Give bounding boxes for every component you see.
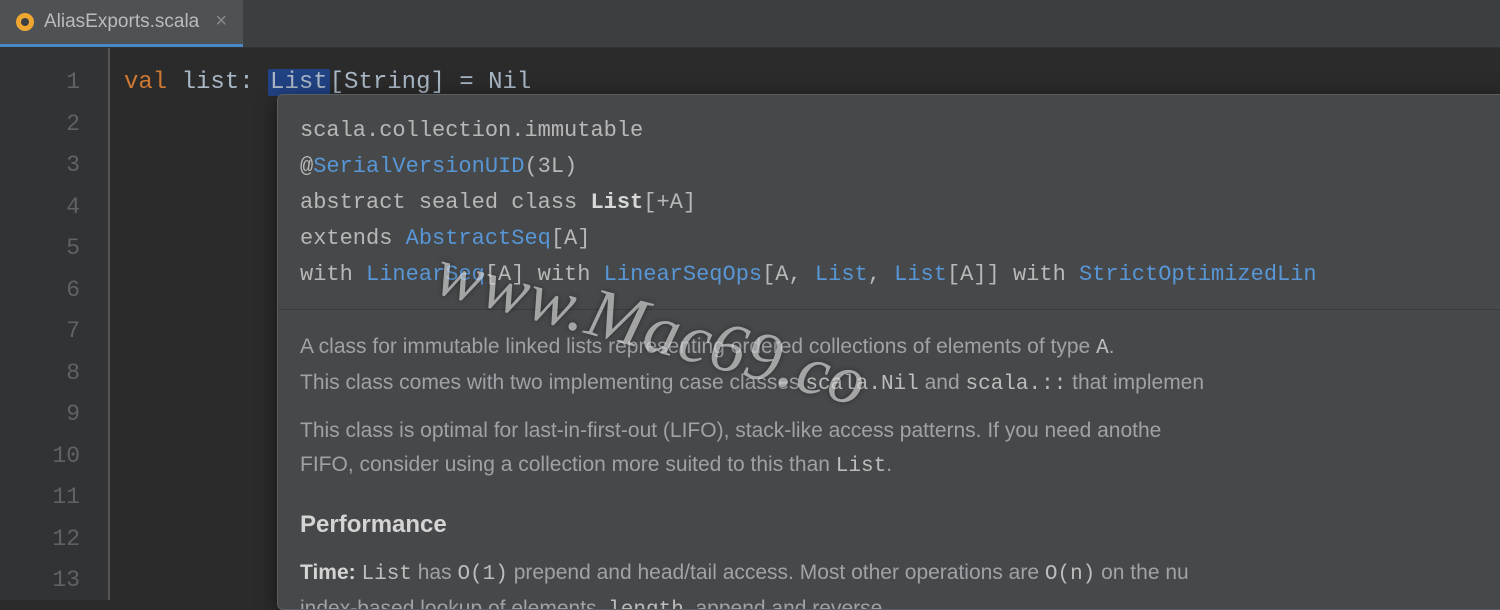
line-number: 12 [0, 519, 108, 561]
doc-signature: scala.collection.immutable @SerialVersio… [278, 95, 1500, 310]
line-number: 9 [0, 394, 108, 436]
doc-with: with LinearSeq[A] with LinearSeqOps[A, L… [300, 257, 1487, 293]
line-number: 6 [0, 270, 108, 312]
scala-file-icon [16, 13, 34, 31]
line-number: 5 [0, 228, 108, 270]
line-number: 2 [0, 104, 108, 146]
line-number: 3 [0, 145, 108, 187]
line-number: 4 [0, 187, 108, 229]
quick-doc-popup[interactable]: scala.collection.immutable @SerialVersio… [277, 94, 1500, 610]
doc-paragraph: A class for immutable linked lists repre… [300, 330, 1487, 402]
type-link[interactable]: List [815, 262, 868, 287]
line-number: 10 [0, 436, 108, 478]
type-link[interactable]: List [894, 262, 947, 287]
line-number: 7 [0, 311, 108, 353]
doc-extends: extends AbstractSeq[A] [300, 221, 1487, 257]
type-link[interactable]: AbstractSeq [406, 226, 551, 251]
type-link[interactable]: LinearSeqOps [604, 262, 762, 287]
type-link[interactable]: StrictOptimizedLin [1079, 262, 1317, 287]
editor-tab[interactable]: AliasExports.scala × [0, 0, 243, 47]
keyword-val: val [124, 69, 167, 96]
doc-annotation: @SerialVersionUID(3L) [300, 149, 1487, 185]
line-gutter: 1 2 3 4 5 6 7 8 9 10 11 12 13 [0, 48, 110, 600]
tab-filename: AliasExports.scala [44, 11, 199, 33]
close-icon[interactable]: × [215, 11, 227, 34]
doc-declaration: abstract sealed class List[+A] [300, 185, 1487, 221]
line-number: 1 [0, 62, 108, 104]
doc-body: A class for immutable linked lists repre… [278, 310, 1500, 610]
editor-area: 1 2 3 4 5 6 7 8 9 10 11 12 13 val list: … [0, 48, 1500, 600]
type-link[interactable]: LinearSeq [366, 262, 485, 287]
identifier: list: [167, 69, 268, 96]
annotation-link[interactable]: SerialVersionUID [313, 154, 524, 179]
line-number: 13 [0, 560, 108, 602]
code-text: [String] = Nil [330, 69, 532, 96]
line-number: 8 [0, 353, 108, 395]
type-highlight-list[interactable]: List [268, 69, 330, 96]
doc-heading-performance: Performance [300, 508, 1487, 542]
code-pane[interactable]: val list: List[String] = Nil scala.colle… [110, 48, 1500, 600]
doc-package: scala.collection.immutable [300, 113, 1487, 149]
doc-paragraph: This class is optimal for last-in-first-… [300, 414, 1487, 484]
doc-paragraph: Time: List has O(1) prepend and head/tai… [300, 556, 1487, 610]
tab-bar: AliasExports.scala × [0, 0, 1500, 48]
line-number: 11 [0, 477, 108, 519]
